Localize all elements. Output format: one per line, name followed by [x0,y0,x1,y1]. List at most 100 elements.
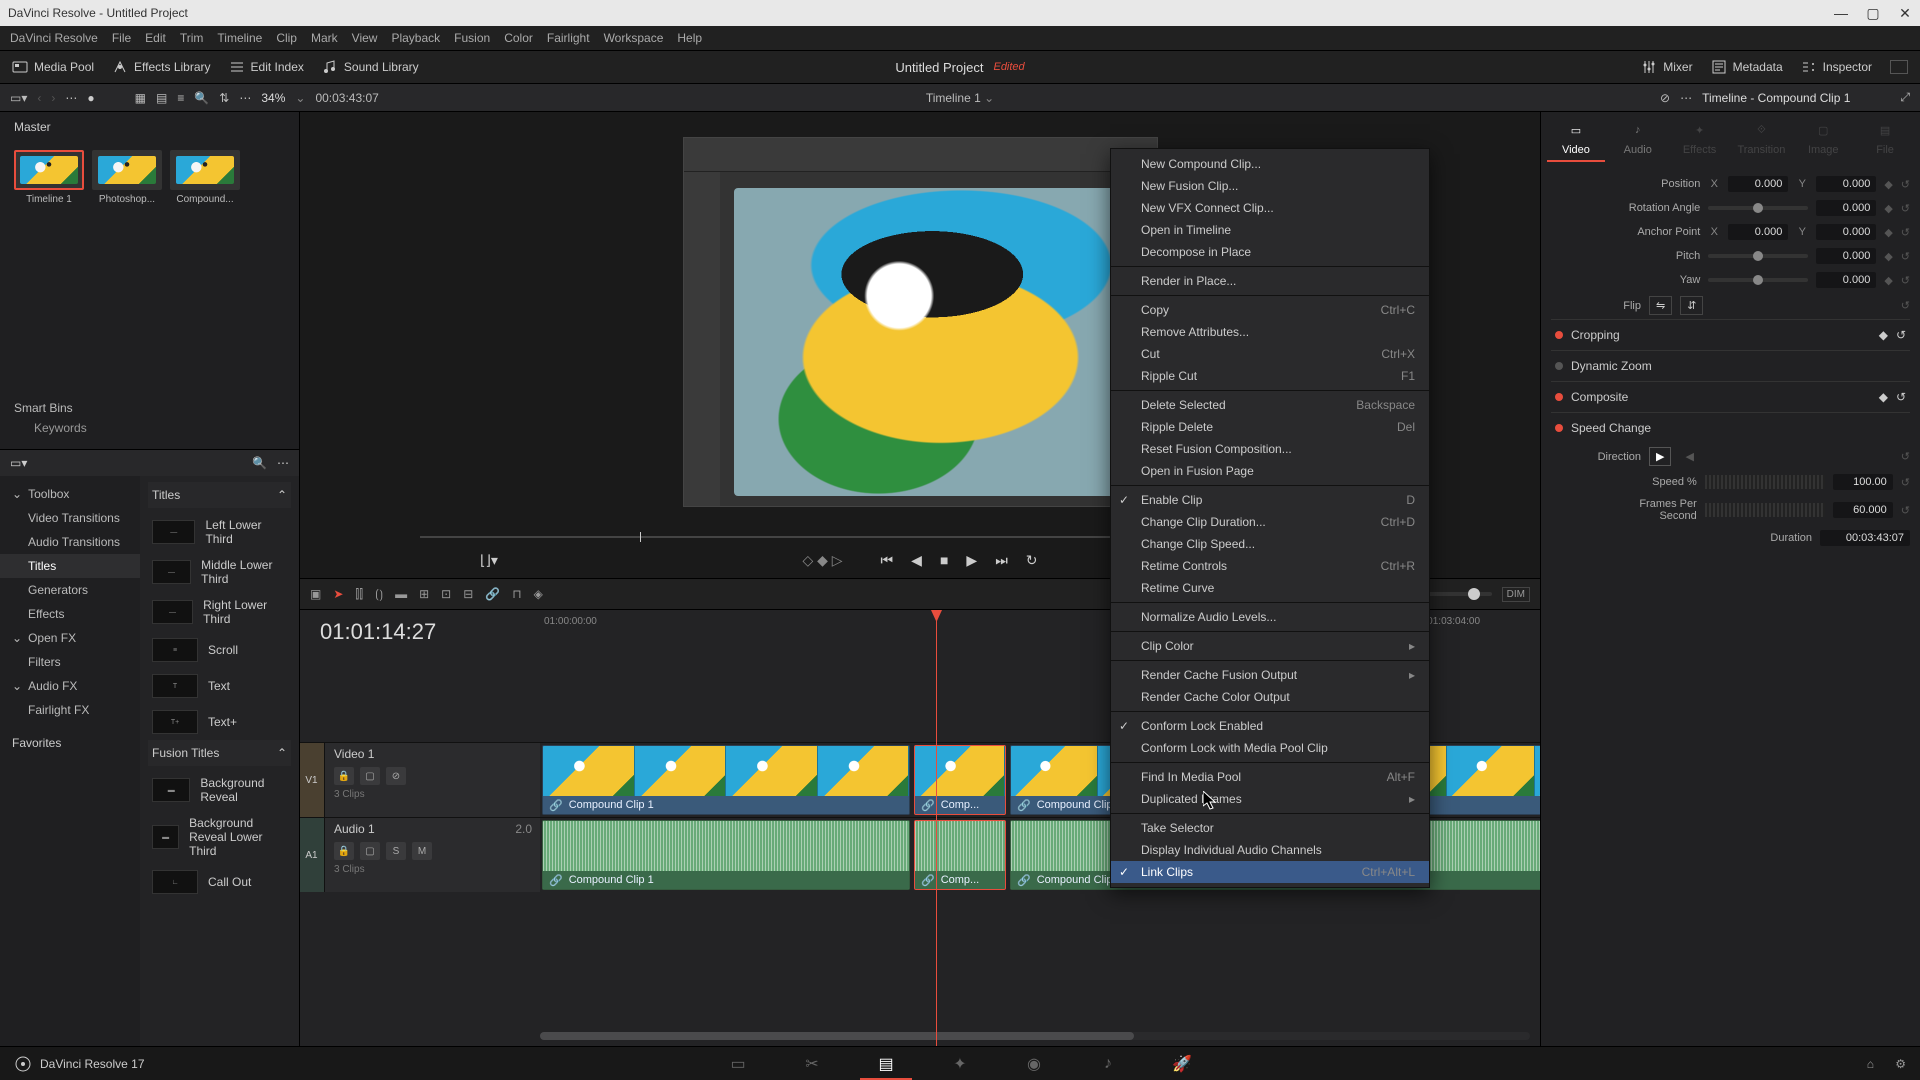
window-close-button[interactable]: ✕ [1898,6,1912,20]
menu-color[interactable]: Color [504,31,533,45]
fx-title-item[interactable]: ▬Background Reveal [148,770,291,810]
rotation-slider[interactable] [1708,206,1808,210]
fps-slider[interactable] [1705,503,1825,517]
menu-help[interactable]: Help [677,31,702,45]
menu-workspace[interactable]: Workspace [604,31,664,45]
fx-cat[interactable]: Video Transitions [0,506,140,530]
flip-h-button[interactable]: ⇋ [1649,296,1672,315]
menu-davinci[interactable]: DaVinci Resolve [10,31,98,45]
anchor-y-field[interactable]: 0.000 [1816,224,1876,240]
window-maximize-button[interactable]: ▢ [1866,6,1880,20]
dir-fwd-icon[interactable]: ▶ [1649,447,1671,466]
grid-view-icon[interactable]: ▤ [156,91,167,105]
menu-clip[interactable]: Clip [276,31,297,45]
ctx-item[interactable]: Conform Lock with Media Pool Clip [1111,737,1429,759]
page-fusion[interactable]: ✦ [944,1051,976,1077]
timeline-timecode[interactable]: 01:01:14:27 [300,619,540,645]
search-icon[interactable]: 🔍 [194,91,209,105]
mute-button[interactable]: M [412,842,432,860]
ctx-item[interactable]: Take Selector [1111,817,1429,839]
ctx-item[interactable]: CopyCtrl+C [1111,299,1429,321]
audio-track-header[interactable]: A1 Audio 1 2.0 🔒 ▢ S M 3 Clips [300,818,540,892]
nav-fwd-icon[interactable]: › [51,91,55,105]
ctx-item[interactable]: Delete SelectedBackspace [1111,394,1429,416]
ctx-item[interactable]: Render in Place... [1111,270,1429,292]
stop-icon[interactable]: ■ [940,552,948,568]
pitch-slider[interactable] [1708,254,1808,258]
fps-field[interactable]: 60.000 [1833,502,1893,518]
menu-file[interactable]: File [112,31,131,45]
menu-fusion[interactable]: Fusion [454,31,490,45]
menu-mark[interactable]: Mark [311,31,338,45]
sound-library-toggle[interactable]: Sound Library [322,59,419,75]
dynamic-zoom-section[interactable]: Dynamic Zoom [1551,350,1910,381]
pitch-field[interactable]: 0.000 [1816,248,1876,264]
match-frame-icon[interactable]: ◇ ◆ ▷ [802,552,842,569]
mark-in-out-icon[interactable]: ⌊⌋▾ [480,552,498,569]
ctx-item[interactable]: Open in Timeline [1111,219,1429,241]
ctx-item[interactable]: Clip Color▸ [1111,635,1429,657]
options-dots-icon[interactable]: ⋯ [1680,91,1692,105]
inspector-toggle[interactable]: Inspector [1801,59,1872,75]
ctx-item[interactable]: Remove Attributes... [1111,321,1429,343]
fx-favorites[interactable]: Favorites [0,730,140,756]
timeline-view-options-icon[interactable]: ▣ [310,587,321,601]
mixer-toggle[interactable]: Mixer [1641,59,1692,75]
play-icon[interactable]: ▶ [966,552,977,569]
page-fairlight[interactable]: ♪ [1092,1051,1124,1077]
sort-menu-icon[interactable]: ⋯ [239,91,251,105]
ctx-item[interactable]: ✓Enable ClipD [1111,489,1429,511]
pool-clip[interactable]: Compound... [170,150,240,205]
fx-title-item[interactable]: ≡Scroll [148,632,291,668]
snap-icon[interactable]: ⊓ [512,587,521,601]
ctx-item[interactable]: Retime Curve [1111,577,1429,599]
bypass-icon[interactable]: ⊘ [1660,91,1670,105]
thumb-view-icon[interactable]: ▦ [135,91,146,105]
page-cut[interactable]: ✂ [796,1051,828,1077]
zoom-chevron-icon[interactable]: ⌄ [295,91,305,105]
solo-button[interactable]: S [386,842,406,860]
smart-bin-keywords[interactable]: Keywords [14,415,285,441]
page-deliver[interactable]: 🚀 [1166,1051,1198,1077]
fullscreen-button[interactable] [1890,60,1908,74]
playhead[interactable] [936,610,937,1046]
rotation-field[interactable]: 0.000 [1816,200,1876,216]
fx-cat[interactable]: Effects [0,602,140,626]
ctx-item[interactable]: Display Individual Audio Channels [1111,839,1429,861]
fx-title-item[interactable]: ▬Background Reveal Lower Third [148,810,291,864]
smart-bins-header[interactable]: Smart Bins [14,401,285,415]
fx-search-icon[interactable]: 🔍 [252,456,267,470]
page-edit[interactable]: ▤ [870,1051,902,1077]
jump-start-icon[interactable]: ⏮ [881,552,894,569]
ctx-item[interactable]: Reset Fusion Composition... [1111,438,1429,460]
dir-rev-icon[interactable]: ◀ [1679,448,1699,465]
media-pool-toggle[interactable]: Media Pool [12,59,94,75]
settings-icon[interactable]: ⚙ [1895,1057,1906,1071]
ctx-item[interactable]: Normalize Audio Levels... [1111,606,1429,628]
composite-section[interactable]: Composite◆↺ [1551,381,1910,412]
ctx-item[interactable]: Find In Media PoolAlt+F [1111,766,1429,788]
dynamic-trim-icon[interactable]: ⟮⟯ [375,587,383,602]
speed-field[interactable]: 100.00 [1833,474,1893,490]
marker-icon[interactable]: ◈ [534,587,543,601]
video-clip[interactable]: 🔗Compound Clip 1 [542,745,910,815]
fx-cat-toolbox[interactable]: ⌄Toolbox [0,482,140,506]
fx-title-item[interactable]: —Right Lower Third [148,592,291,632]
video-clip-selected[interactable]: 🔗Comp... [914,745,1006,815]
list-view-icon[interactable]: ≡ [177,91,184,105]
viewer-canvas[interactable] [683,137,1158,507]
flip-v-button[interactable]: ⇵ [1680,296,1703,315]
inspector-tab-video[interactable]: ▭Video [1547,120,1605,162]
ctx-item[interactable]: ✓Conform Lock Enabled [1111,715,1429,737]
link-selection-icon[interactable]: 🔗 [485,587,500,601]
selection-tool-icon[interactable]: ➤ [333,587,343,601]
auto-select-icon[interactable]: ▢ [360,842,380,860]
ctx-item[interactable]: Change Clip Speed... [1111,533,1429,555]
page-media[interactable]: ▭ [722,1051,754,1077]
replace-icon[interactable]: ⊟ [463,587,473,601]
fx-cat[interactable]: Audio Transitions [0,530,140,554]
disable-icon[interactable]: ⊘ [386,767,406,785]
fx-options-icon[interactable]: ⋯ [277,456,289,470]
ctx-item[interactable]: CutCtrl+X [1111,343,1429,365]
pool-clip[interactable]: Photoshop... [92,150,162,205]
